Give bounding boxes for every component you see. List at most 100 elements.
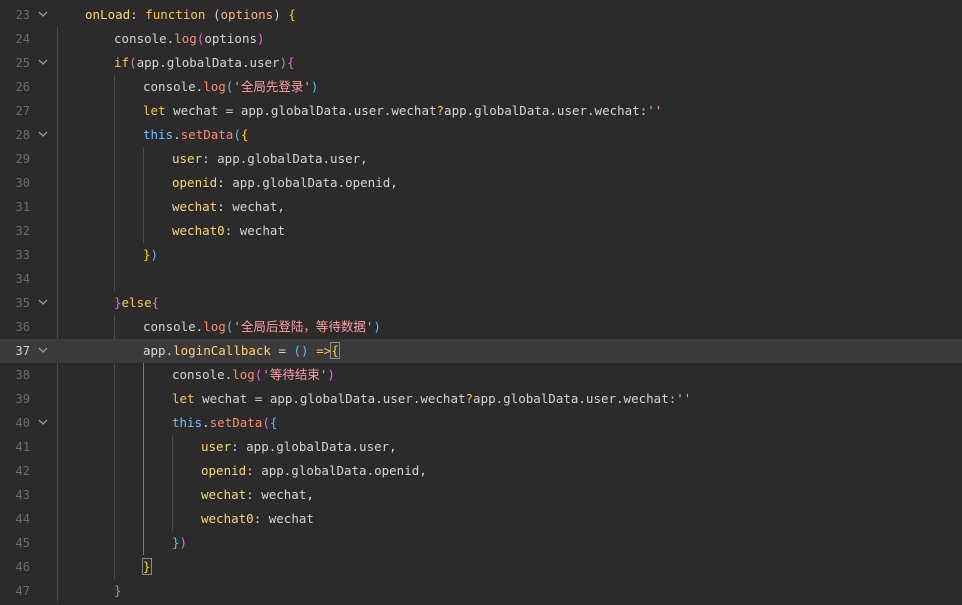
code-line[interactable]: 32 wechat0: wechat	[0, 219, 962, 243]
code-text: }	[114, 579, 122, 603]
code-token: (	[262, 415, 270, 430]
code-editor[interactable]: 23 onLoad: function (options) {24 console.…	[0, 0, 962, 605]
code-token: options	[204, 31, 258, 46]
code-token: )	[257, 31, 265, 46]
code-token: onLoad	[85, 7, 131, 22]
fold-chevron-icon[interactable]	[37, 51, 49, 75]
code-token: )	[279, 55, 288, 70]
code-token: (	[233, 127, 241, 142]
code-token: wechat	[201, 487, 247, 502]
code-token: let	[172, 391, 195, 406]
code-token: : wechat,	[246, 487, 314, 502]
code-text: wechat: wechat,	[201, 483, 314, 507]
code-line[interactable]: 26 console.log('全局先登录')	[0, 75, 962, 99]
code-token: }	[143, 247, 151, 262]
code-line[interactable]: 31 wechat: wechat,	[0, 195, 962, 219]
code-text: wechat: wechat,	[172, 195, 285, 219]
line-number: 39	[15, 392, 30, 406]
code-token: '等待结束'	[262, 367, 328, 382]
code-line[interactable]: 23 onLoad: function (options) {	[0, 3, 962, 27]
fold-chevron-icon[interactable]	[37, 339, 49, 363]
fold-chevron-icon[interactable]	[37, 123, 49, 147]
line-number: 38	[15, 368, 30, 382]
code-line[interactable]: 35 }else{	[0, 291, 962, 315]
code-line[interactable]: 34	[0, 267, 962, 291]
code-text: openid: app.globalData.openid,	[172, 171, 398, 195]
code-line[interactable]: 47}	[0, 579, 962, 603]
code-token: }	[172, 535, 180, 550]
fold-chevron-icon[interactable]	[37, 3, 49, 27]
code-token: : wechat,	[217, 199, 285, 214]
code-token: log	[203, 319, 226, 334]
code-line[interactable]: 27 let wechat = app.globalData.user.wecha…	[0, 99, 962, 123]
code-token: log	[174, 31, 197, 46]
code-token: console.	[143, 79, 204, 94]
code-line[interactable]: 33})	[0, 243, 962, 267]
code-text: this.setData({	[143, 123, 248, 147]
code-token: {	[287, 55, 295, 70]
code-token: }	[114, 295, 122, 310]
line-number: 37	[15, 344, 30, 358]
code-token: let	[143, 103, 166, 118]
line-number: 46	[15, 560, 30, 574]
code-text: openid: app.globalData.openid,	[201, 459, 427, 483]
line-number: 43	[15, 488, 30, 502]
code-token: user	[201, 439, 232, 454]
code-token: this	[172, 415, 203, 430]
code-token: .	[173, 127, 181, 142]
code-line[interactable]: 38 console.log('等待结束')	[0, 363, 962, 387]
code-token: log	[203, 79, 226, 94]
code-line[interactable]: 28 this.setData({	[0, 123, 962, 147]
line-number: 47	[15, 584, 30, 598]
code-text: console.log('全局先登录')	[143, 75, 318, 99]
code-text: if(app.globalData.user){	[114, 51, 295, 75]
line-number: 26	[15, 80, 30, 94]
line-number: 27	[15, 104, 30, 118]
code-line[interactable]: 37 app.loginCallback = () =>{	[0, 339, 962, 363]
code-token: setData	[180, 127, 234, 142]
line-number: 29	[15, 152, 30, 166]
code-text: }else{	[114, 291, 159, 315]
code-token: {	[240, 127, 249, 142]
fold-chevron-icon[interactable]	[37, 291, 49, 315]
code-token: wechat0	[201, 511, 254, 526]
code-token: '全局先登录'	[233, 79, 311, 94]
code-token: app.globalData.user	[136, 55, 280, 70]
code-line[interactable]: 44 wechat0: wechat	[0, 507, 962, 531]
code-line[interactable]: 40 this.setData({	[0, 411, 962, 435]
code-text: wechat0: wechat	[201, 507, 314, 531]
code-text: app.loginCallback = () =>{	[143, 339, 340, 363]
code-line[interactable]: 43 wechat: wechat,	[0, 483, 962, 507]
line-number: 36	[15, 320, 30, 334]
code-line[interactable]: 42 openid: app.globalData.openid,	[0, 459, 962, 483]
code-token: else	[121, 295, 152, 310]
code-text: })	[172, 531, 187, 555]
code-line[interactable]: 29 user: app.globalData.user,	[0, 147, 962, 171]
code-token: ''	[647, 103, 663, 118]
code-line[interactable]: 39 let wechat = app.globalData.user.wecha…	[0, 387, 962, 411]
line-number: 35	[15, 296, 30, 310]
code-text: console.log('等待结束')	[172, 363, 335, 387]
code-token: (	[205, 7, 221, 22]
code-line[interactable]: 36 console.log('全局后登陆，等待数据')	[0, 315, 962, 339]
code-token: wechat = app.globalData.user.wechat	[194, 391, 466, 406]
code-token: wechat0	[172, 223, 225, 238]
code-token: setData	[209, 415, 263, 430]
code-token: openid	[172, 175, 218, 190]
code-token: }	[142, 558, 152, 575]
code-line[interactable]: 24 console.log(options)	[0, 27, 962, 51]
code-line[interactable]: 25 if(app.globalData.user){	[0, 51, 962, 75]
code-line[interactable]: 30 openid: app.globalData.openid,	[0, 171, 962, 195]
code-token: )	[327, 367, 335, 382]
code-token: function	[145, 7, 206, 22]
line-number: 32	[15, 224, 30, 238]
code-token: if	[114, 55, 130, 70]
code-line[interactable]: 41 user: app.globalData.user,	[0, 435, 962, 459]
code-line[interactable]: 45})	[0, 531, 962, 555]
code-line[interactable]: 46}	[0, 555, 962, 579]
fold-chevron-icon[interactable]	[37, 411, 49, 435]
code-token: console.	[172, 367, 233, 382]
code-token: )	[179, 535, 188, 550]
line-number: 28	[15, 128, 30, 142]
code-token: {	[330, 342, 340, 359]
